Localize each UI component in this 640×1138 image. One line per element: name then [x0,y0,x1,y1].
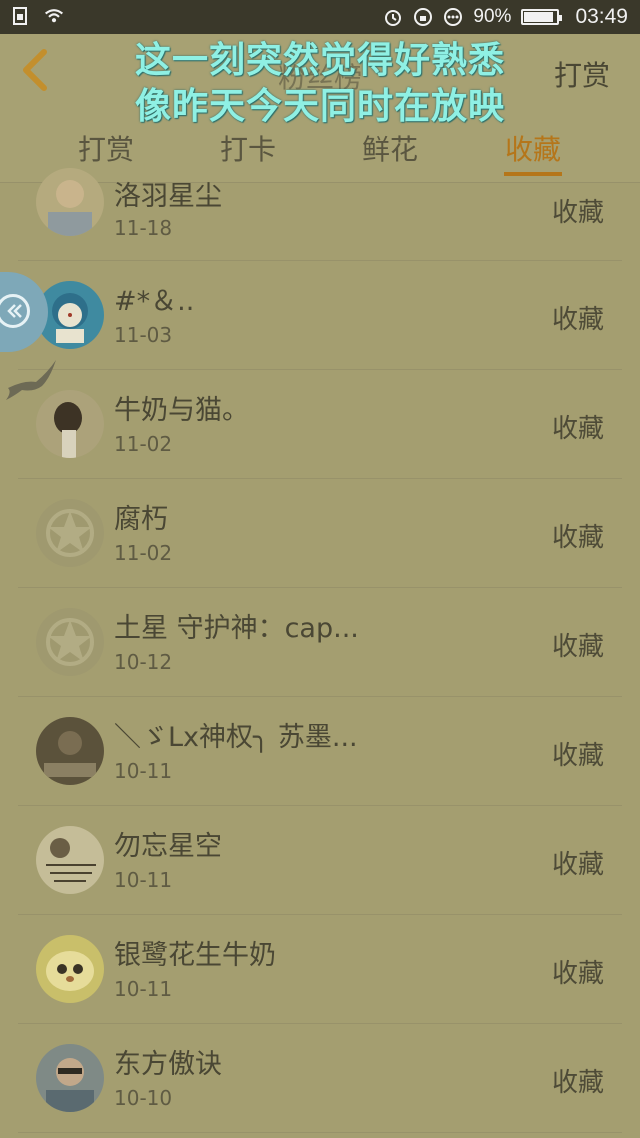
sim-icon [13,7,27,25]
wifi-icon [45,9,63,23]
battery-percent: 90% [473,6,512,27]
caption-line-1: 这一刻突然觉得好熟悉 [134,40,505,81]
alarm-icon [385,10,402,26]
favorite-date: 11-02 [114,432,173,456]
list-item[interactable]: 牛奶与猫。 11-02 收藏 [18,370,622,479]
list-item[interactable]: 洛羽星尘 11-18 收藏 [18,168,622,261]
favorite-date: 11-02 [114,541,173,565]
status-bar: 90% 03:49 [0,0,640,34]
user-name: 腐朽 [114,504,168,535]
tab-flowers[interactable]: 鲜花 [330,128,450,168]
favorite-label: 收藏 [551,305,604,335]
lock-rotation-icon [414,8,433,26]
tab-checkin[interactable]: 打卡 [188,128,308,168]
list-item[interactable]: ＼ゞLx神权╮ 苏墨... 10-11 收藏 [18,697,622,806]
favorite-label: 收藏 [551,741,604,771]
user-name: ＼ゞLx神权╮ 苏墨... [114,722,358,753]
user-name: #*＆.. [114,286,195,317]
favorite-date: 10-10 [114,1086,173,1110]
tab-favorites[interactable]: 收藏 [473,128,593,168]
favorite-date: 10-11 [114,868,173,892]
clock: 03:49 [575,5,628,28]
favorite-label: 收藏 [551,850,604,880]
avatar[interactable] [36,168,104,236]
user-name: 勿忘星空 [114,831,222,862]
swallow-bird-icon[interactable] [4,352,60,402]
user-name: 牛奶与猫。 [114,395,249,426]
user-name: 土星 守护神：cap... [114,613,359,644]
list-item[interactable]: #*＆.. 11-03 收藏 [18,261,622,370]
battery-icon [521,9,563,25]
list-item[interactable]: 土星 守护神：cap... 10-12 收藏 [18,588,622,697]
user-name: 银鹭花生牛奶 [114,940,276,971]
avatar[interactable] [36,499,104,567]
user-name: 东方傲诀 [114,1049,222,1080]
favorite-label: 收藏 [551,414,604,444]
list-item[interactable]: 银鹭花生牛奶 10-11 收藏 [18,915,622,1024]
more-status-icon [444,8,463,26]
favorite-label: 收藏 [551,523,604,553]
battery-fill [524,12,554,22]
favorite-label: 收藏 [551,198,604,228]
avatar[interactable] [36,608,104,676]
double-chevron-left-icon [0,294,30,328]
list-item[interactable]: 勿忘星空 10-11 收藏 [18,806,622,915]
avatar[interactable] [36,935,104,1003]
favorite-date: 11-03 [114,323,173,347]
favorite-date: 10-12 [114,650,173,674]
favorite-label: 收藏 [551,632,604,662]
list-item[interactable]: 腐朽 11-02 收藏 [18,479,622,588]
avatar[interactable] [36,826,104,894]
avatar[interactable] [36,717,104,785]
caption-line-2: 像昨天今天同时在放映 [134,86,505,127]
avatar[interactable] [36,1044,104,1112]
favorite-label: 收藏 [551,959,604,989]
favorites-list: 洛羽星尘 11-18 收藏 #*＆.. 11-03 收藏 牛奶与猫。 11-02… [0,168,640,1133]
favorite-label: 收藏 [551,1068,604,1098]
favorite-date: 11-18 [114,216,173,240]
favorite-date: 10-11 [114,759,173,783]
active-tab-indicator [504,172,562,176]
user-name: 洛羽星尘 [114,181,222,212]
lyric-caption-overlay: 这一刻突然觉得好熟悉 像昨天今天同时在放映 [0,38,640,130]
tab-reward[interactable]: 打赏 [46,128,166,168]
list-item[interactable]: 东方傲诀 10-10 收藏 [18,1024,622,1133]
favorite-date: 10-11 [114,977,173,1001]
